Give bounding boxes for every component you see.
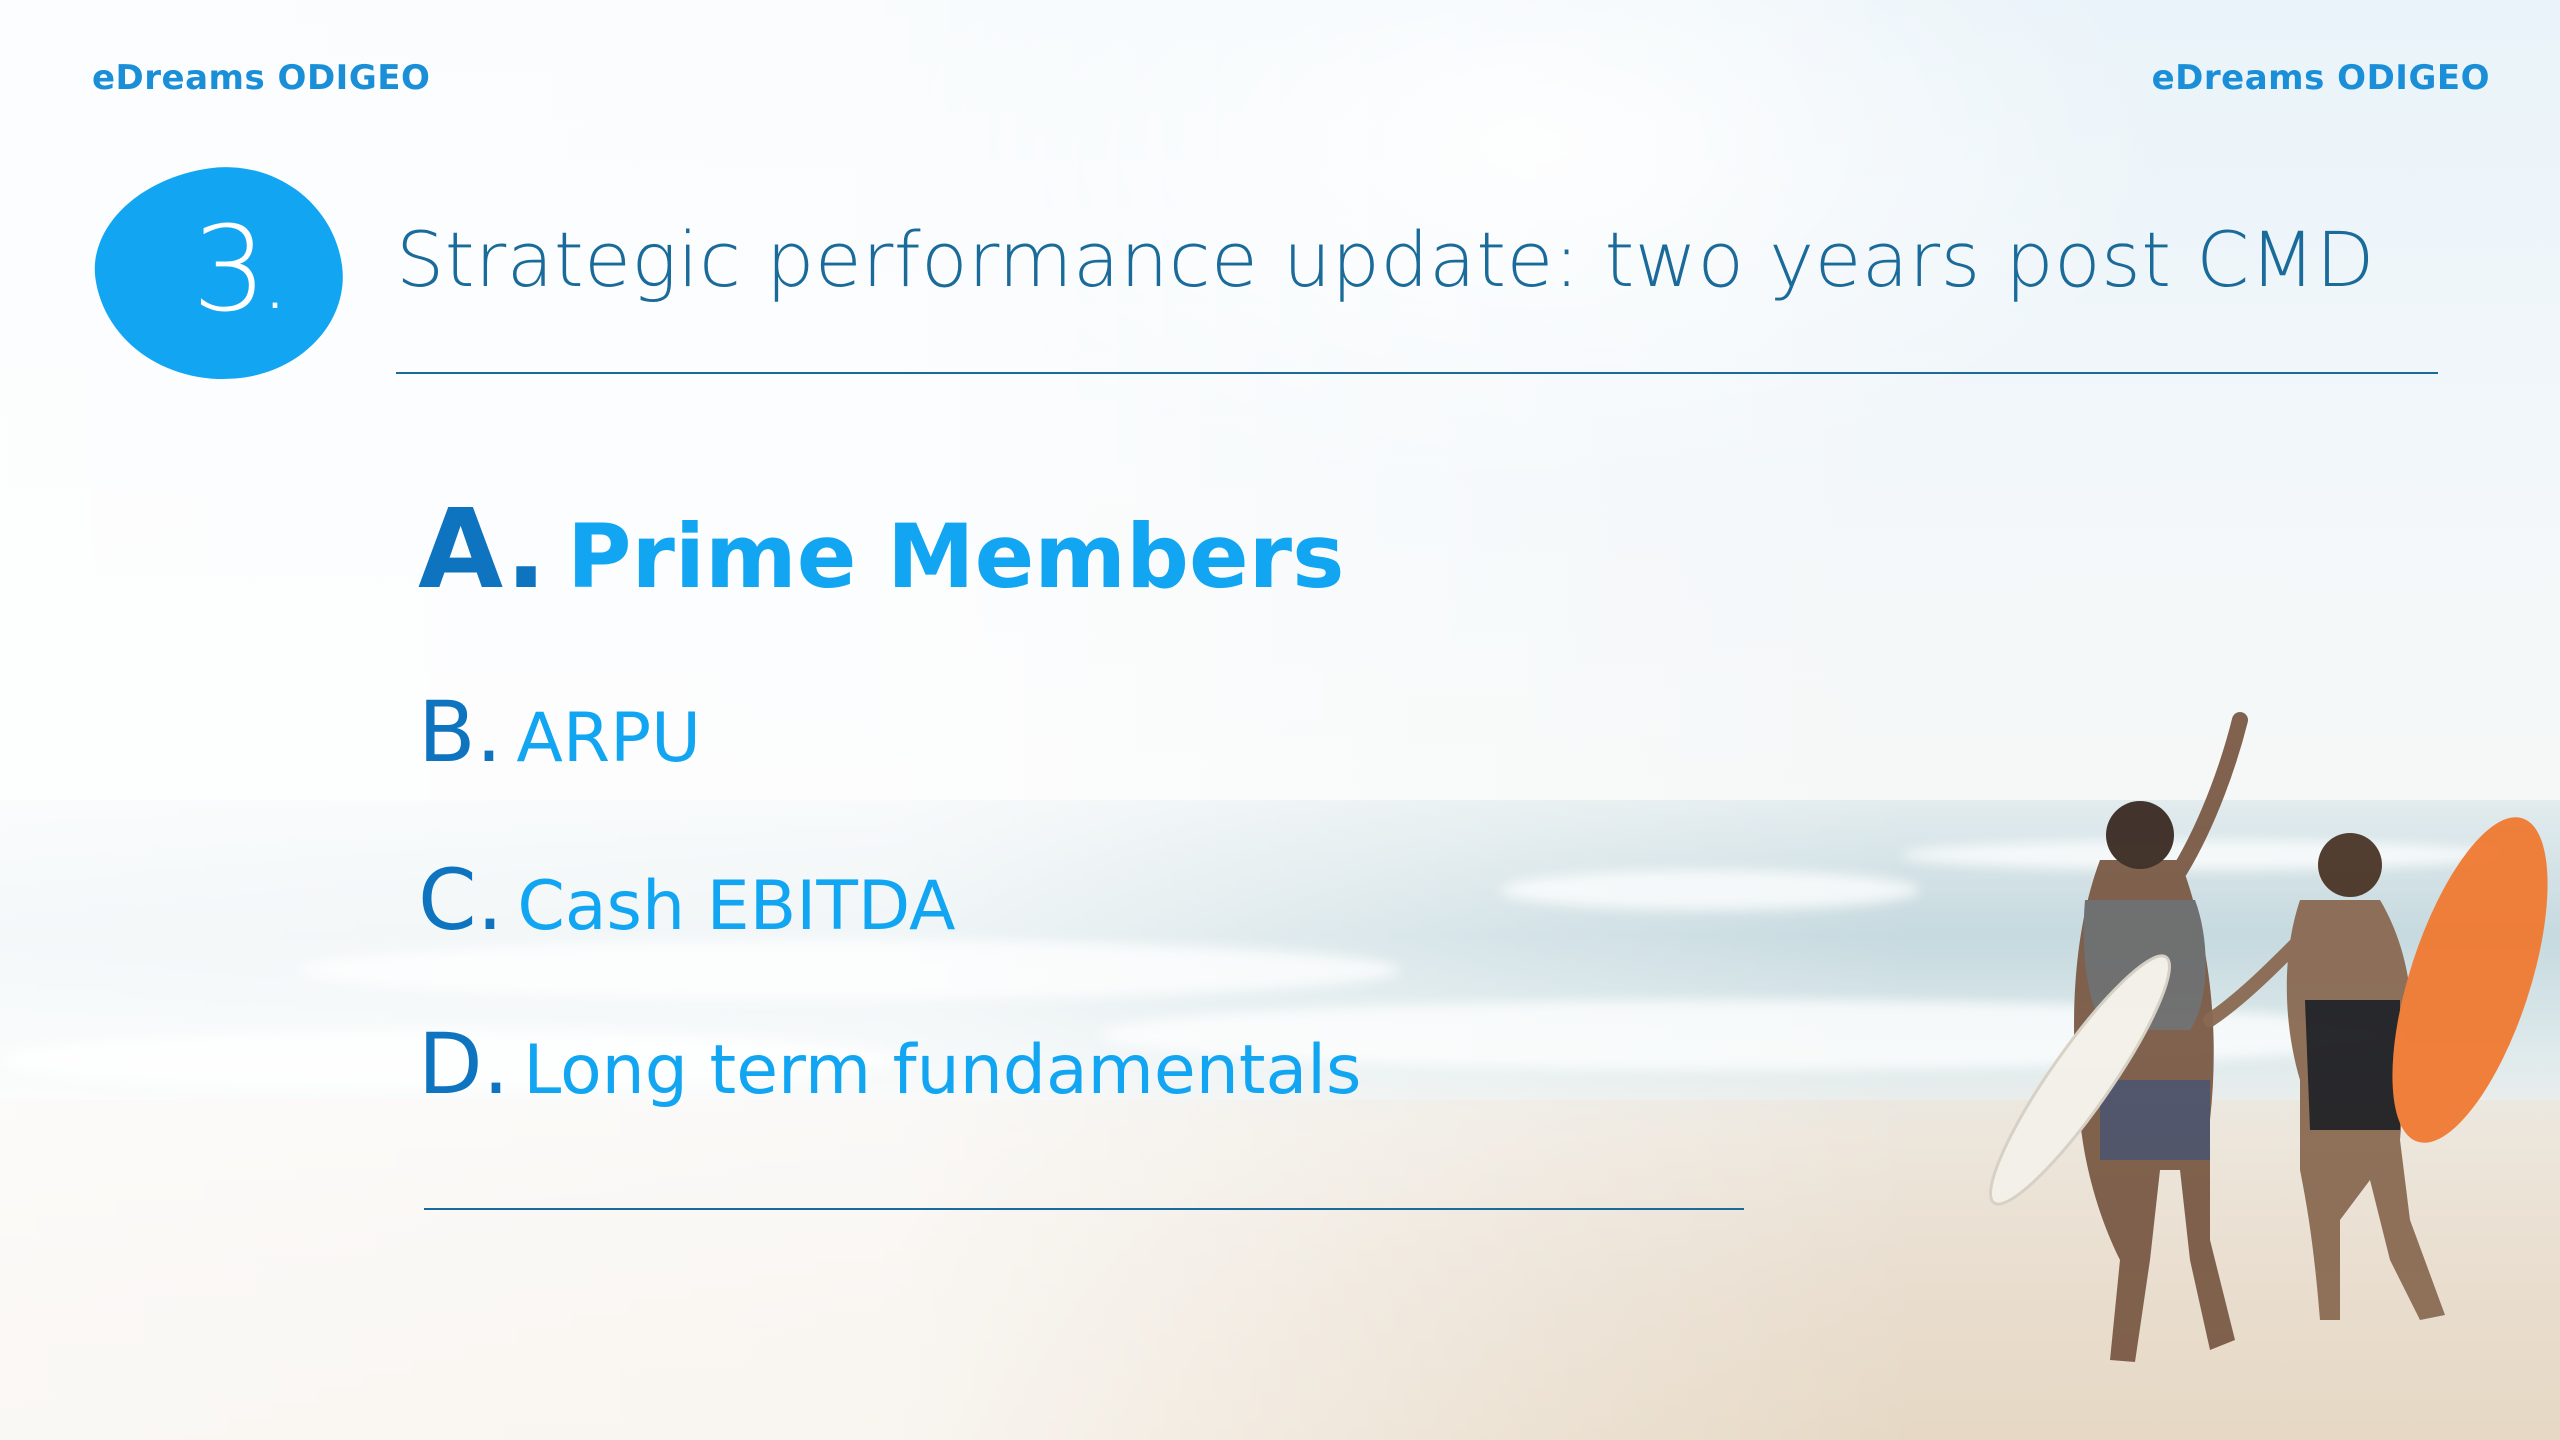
agenda-label: Prime Members — [566, 505, 1345, 608]
surfer-left — [1989, 712, 2248, 1362]
section-number-dot: . — [268, 268, 282, 319]
agenda-item-cash-ebitda: C. Cash EBITDA — [418, 858, 956, 942]
agenda-item-arpu: B. ARPU — [418, 690, 701, 774]
section-title: Strategic performance update: two years … — [396, 215, 2375, 304]
title-divider — [396, 372, 2438, 374]
agenda-label: Long term fundamentals — [523, 1031, 1362, 1110]
slide: eDreams ODIGEO eDreams ODIGEO 3 . Strate… — [0, 0, 2560, 1440]
brand-logo-left: eDreams ODIGEO — [92, 58, 431, 98]
brand-logo-right: eDreams ODIGEO — [2151, 58, 2490, 98]
surfers-photo-image — [1989, 712, 2548, 1362]
agenda-label: Cash EBITDA — [517, 867, 956, 946]
agenda-letter: C. — [418, 851, 504, 949]
agenda-item-prime-members: A. Prime Members — [418, 494, 1344, 604]
surfer-right — [2203, 817, 2548, 1320]
agenda-divider — [424, 1208, 1744, 1210]
agenda-item-long-term-fundamentals: D. Long term fundamentals — [418, 1022, 1361, 1106]
section-number: 3 — [192, 200, 268, 338]
agenda-letter: A. — [418, 485, 547, 613]
agenda-letter: B. — [418, 683, 503, 781]
agenda-letter: D. — [418, 1015, 510, 1113]
agenda-label: ARPU — [516, 699, 701, 778]
